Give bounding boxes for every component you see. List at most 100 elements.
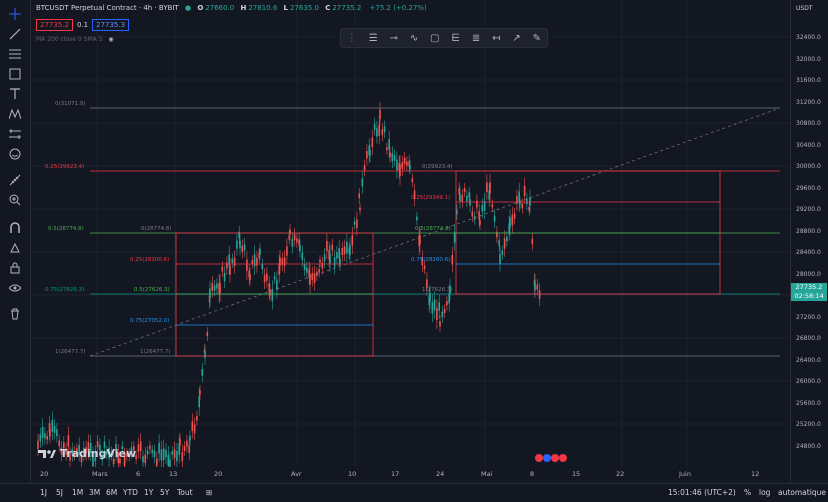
fib-label: 0.5(27626.3) — [134, 287, 170, 293]
price-tick: 25200.0 — [796, 421, 821, 428]
price-tick: 32400.0 — [796, 34, 821, 41]
horizontal-ray-icon[interactable]: ⊸ — [390, 33, 398, 44]
eye-icon[interactable] — [6, 280, 24, 296]
currency-label[interactable]: USDT — [796, 5, 813, 12]
eye-icon[interactable]: ◉ — [108, 36, 113, 43]
price-chart[interactable]: 0(31071.9) 0.25(29923.4) 0.5(28774.8) 0.… — [30, 0, 790, 467]
chart-grid — [30, 0, 790, 467]
rectangle-icon[interactable] — [6, 66, 24, 82]
bid-ask-boxes: 27735.2 0.1 27735.3 — [36, 19, 130, 31]
rectangle-icon[interactable]: ▢ — [430, 33, 439, 44]
drag-handle-icon[interactable]: ⋮ — [347, 33, 357, 44]
clock-timezone[interactable]: 15:01:46 (UTC+2) — [668, 488, 736, 497]
trend-line-icon[interactable] — [6, 26, 24, 42]
period-6m[interactable]: 6M — [106, 488, 117, 497]
fib-retracement-icon[interactable]: ☰ — [369, 33, 378, 44]
price-tick: 31200.0 — [796, 98, 821, 106]
ohlc-values: O 27660.0 H 27810.6 L 27635.0 C 27735.2 +75.… — [197, 4, 427, 12]
magnet-icon[interactable] — [6, 220, 24, 236]
pattern-icon[interactable] — [6, 106, 24, 122]
time-tick: Juin — [679, 470, 691, 478]
fib-label: 0.25(28200.6) — [130, 257, 169, 263]
date-range-icon[interactable]: ⊞ — [206, 488, 212, 497]
time-tick: Mai — [481, 470, 493, 478]
percent-toggle[interactable]: % — [744, 488, 751, 497]
time-tick: Avr — [291, 470, 302, 478]
price-tick: 29200.0 — [796, 206, 821, 213]
time-tick: 20 — [214, 470, 223, 478]
time-tick: Mars — [92, 470, 108, 478]
stay-drawing-icon[interactable] — [6, 240, 24, 256]
fib-label: 0(28774.8) — [141, 226, 172, 232]
time-axis[interactable]: 20 Mars 6 13 20 Avr 10 17 24 Mai 8 15 22 Juin 12 — [30, 467, 790, 483]
period-5d[interactable]: 5J — [56, 488, 63, 497]
bottom-bar: 1J 5J 1M 3M 6M YTD 1Y 5Y Tout ⊞ 15:01:46… — [0, 483, 828, 502]
period-3m[interactable]: 3M — [89, 488, 100, 497]
emoji-icon[interactable] — [6, 146, 24, 162]
sell-price-button[interactable]: 27735.2 — [36, 19, 73, 31]
ray-icon[interactable]: ↤ — [492, 33, 500, 44]
ruler-icon[interactable] — [6, 172, 24, 188]
time-tick: 20 — [40, 470, 49, 478]
period-ytd[interactable]: YTD — [123, 488, 138, 497]
fib-label: 0.25(29923.4) — [45, 164, 84, 170]
log-toggle[interactable]: log — [759, 488, 770, 497]
price-tick: 26800.0 — [796, 335, 821, 342]
price-tick: 30800.0 — [796, 120, 821, 127]
time-tick: 6 — [136, 470, 141, 478]
auto-scale-toggle[interactable]: automatique — [778, 488, 826, 497]
time-tick: 17 — [391, 470, 400, 478]
fib-label: 0.75(27052.0) — [130, 318, 169, 324]
price-tick: 24800.0 — [796, 442, 821, 450]
period-1y[interactable]: 1Y — [144, 488, 153, 497]
fib-label: 1(26477.7) — [140, 349, 171, 355]
fib-label: 0.5(28774.8) — [415, 226, 451, 232]
price-tick: 31600.0 — [796, 77, 821, 84]
brush-icon[interactable]: ✎ — [533, 33, 541, 44]
price-tick: 30000.0 — [796, 163, 821, 170]
market-status-dot: ● — [185, 4, 192, 12]
trend-line-icon[interactable]: ∿ — [410, 33, 418, 44]
fib-retracement-icon[interactable] — [6, 46, 24, 62]
drawing-toolbar: ⋮ ☰ ⊸ ∿ ▢ ⋿ ≣ ↤ ↗ ✎ — [340, 28, 548, 48]
period-all[interactable]: Tout — [177, 488, 193, 497]
zoom-in-icon[interactable] — [6, 192, 24, 208]
symbol-title[interactable]: BTCUSDT Perpetual Contract · 4h · BYBIT — [36, 4, 179, 12]
period-1d[interactable]: 1J — [40, 488, 47, 497]
text-icon[interactable] — [6, 86, 24, 102]
price-tick: 27200.0 — [796, 313, 821, 321]
fib-label: 1(27626.3) — [422, 287, 453, 293]
price-tick: 26000.0 — [796, 378, 821, 385]
fib-channel-icon[interactable]: ⋿ — [451, 33, 460, 44]
fib-label: 0(31071.9) — [55, 101, 86, 107]
time-tick: 15 — [572, 470, 581, 478]
event-markers[interactable] — [535, 454, 567, 462]
fib-retracement-right — [455, 170, 721, 295]
trash-icon[interactable] — [6, 306, 24, 322]
lock-icon[interactable] — [6, 260, 24, 276]
time-tick: 13 — [169, 470, 178, 478]
current-price-label: 27735.2 02:58:14 — [791, 283, 827, 301]
fib-label: 0.5(28774.8) — [48, 226, 84, 232]
period-5y[interactable]: 5Y — [160, 488, 169, 497]
fib-extension-icon[interactable]: ≣ — [472, 33, 480, 44]
fib-label: 0.75(27626.3) — [45, 287, 84, 293]
fib-label: 0.75(28200.6) — [411, 257, 450, 263]
fib-label: 0(29923.4) — [422, 164, 453, 170]
indicator-legend[interactable]: MA 200 close 0 SMA 5 ◉ — [36, 36, 114, 43]
fib-retracement-big — [89, 107, 781, 357]
price-tick: 28800.0 — [796, 227, 821, 235]
prediction-icon[interactable] — [6, 126, 24, 142]
spread-value: 0.1 — [76, 21, 89, 29]
price-tick: 28400.0 — [796, 249, 821, 256]
time-tick: 22 — [616, 470, 625, 478]
price-tick: 28000.0 — [796, 270, 821, 278]
price-tick: 30400.0 — [796, 141, 821, 149]
price-scale[interactable]: USDT 32400.0 32000.0 31600.0 31200.0 30800.0… — [790, 0, 828, 483]
arrow-icon[interactable]: ↗ — [512, 33, 520, 44]
left-toolbar — [0, 0, 31, 483]
buy-price-button[interactable]: 27735.3 — [92, 19, 130, 31]
time-tick: 8 — [530, 470, 535, 478]
period-1m[interactable]: 1M — [72, 488, 83, 497]
crosshair-icon[interactable] — [6, 6, 24, 22]
